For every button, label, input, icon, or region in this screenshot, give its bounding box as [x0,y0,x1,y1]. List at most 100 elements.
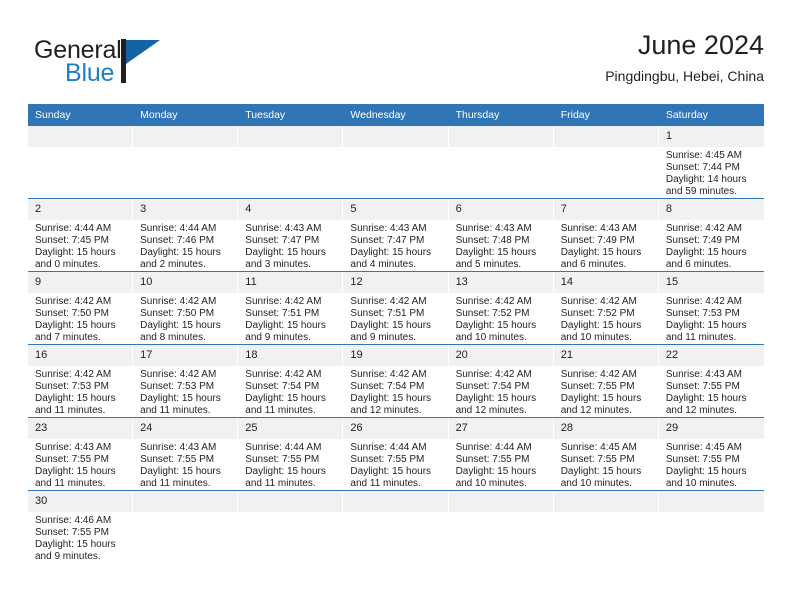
daylight-text: Daylight: 15 hours [350,392,432,404]
daylight-text: Daylight: 15 hours [455,319,537,331]
calendar-day-cell[interactable] [238,126,344,199]
brand-name-blue: Blue [65,59,115,87]
daylight-text: Daylight: 14 hours [665,173,747,185]
day-cell-content: 18 Sunrise: 4:42 AM Sunset: 7:54 PM Dayligh… [238,345,344,417]
calendar-body: 1 Sunrise: 4:45 AM Sunset: 7:44 PM Daylight… [28,126,764,563]
calendar-day-cell[interactable]: 2 Sunrise: 4:44 AM Sunset: 7:45 PM Daylight… [28,198,134,272]
calendar-day-cell[interactable]: 18 Sunrise: 4:42 AM Sunset: 7:54 PM Dayligh… [238,344,344,418]
day-number: 8 [658,199,764,220]
sunset-text: Sunset: 7:55 PM [350,453,425,465]
calendar-day-cell[interactable] [343,126,449,199]
weekday-header-friday: Friday [553,104,659,126]
weekday-header-sunday: Sunday [28,104,134,126]
calendar-day-cell[interactable]: 22 Sunrise: 4:43 AM Sunset: 7:55 PM Dayligh… [658,344,764,418]
sunset-text: Sunset: 7:45 PM [35,234,109,246]
calendar-day-cell[interactable]: 27 Sunrise: 4:44 AM Sunset: 7:55 PM Dayligh… [448,417,554,491]
day-details: Sunrise: 4:43 AM Sunset: 7:47 PM Daylight:… [238,220,343,271]
calendar-page: General Blue June 2024 Pingdingbu, Hebei… [0,0,792,612]
calendar-day-cell[interactable]: 20 Sunrise: 4:42 AM Sunset: 7:54 PM Dayligh… [448,344,554,418]
weekday-header-tuesday: Tuesday [238,104,344,126]
day-cell-content: 19 Sunrise: 4:42 AM Sunset: 7:54 PM Dayligh… [343,345,449,417]
day-number: 21 [553,345,659,366]
calendar-day-cell[interactable] [448,490,554,563]
daylight-text-cont: and 10 minutes. [560,331,632,343]
weekday-header-saturday: Saturday [658,104,764,126]
calendar-day-cell[interactable]: 19 Sunrise: 4:42 AM Sunset: 7:54 PM Dayligh… [343,344,449,418]
weekday-header-wednesday: Wednesday [343,104,449,126]
calendar-day-cell[interactable]: 12 Sunrise: 4:42 AM Sunset: 7:51 PM Dayligh… [343,271,449,345]
day-number: 19 [343,345,449,366]
daylight-text: Daylight: 15 hours [560,392,642,404]
calendar-day-cell[interactable]: 21 Sunrise: 4:42 AM Sunset: 7:55 PM Dayligh… [553,344,659,418]
calendar-day-cell[interactable]: 14 Sunrise: 4:42 AM Sunset: 7:52 PM Dayligh… [553,271,659,345]
calendar-day-cell[interactable]: 6 Sunrise: 4:43 AM Sunset: 7:48 PM Daylight… [448,198,554,272]
calendar-day-cell[interactable]: 25 Sunrise: 4:44 AM Sunset: 7:55 PM Dayligh… [238,417,344,491]
calendar-day-cell[interactable]: 8 Sunrise: 4:42 AM Sunset: 7:49 PM Daylight… [658,198,764,272]
calendar-day-cell[interactable]: 29 Sunrise: 4:45 AM Sunset: 7:55 PM Dayligh… [658,417,764,491]
calendar-day-cell[interactable] [658,490,764,563]
calendar-day-cell[interactable]: 16 Sunrise: 4:42 AM Sunset: 7:53 PM Dayligh… [28,344,134,418]
calendar-day-cell[interactable]: 30 Sunrise: 4:46 AM Sunset: 7:55 PM Dayligh… [28,490,134,563]
sunset-text: Sunset: 7:51 PM [245,307,320,319]
calendar-day-cell[interactable]: 24 Sunrise: 4:43 AM Sunset: 7:55 PM Dayligh… [133,417,239,491]
calendar-day-cell[interactable]: 23 Sunrise: 4:43 AM Sunset: 7:55 PM Dayligh… [28,417,134,491]
daylight-text-cont: and 9 minutes. [245,331,311,343]
day-details: Sunrise: 4:44 AM Sunset: 7:55 PM Daylight:… [343,439,448,490]
day-details: Sunrise: 4:45 AM Sunset: 7:55 PM Daylight:… [659,439,764,490]
daylight-text-cont: and 12 minutes. [455,404,527,416]
calendar-day-cell[interactable] [343,490,449,563]
sunrise-text: Sunrise: 4:45 AM [665,442,742,453]
sunrise-text: Sunrise: 4:42 AM [245,369,322,380]
calendar-day-cell[interactable]: 1 Sunrise: 4:45 AM Sunset: 7:44 PM Daylight… [658,126,764,199]
day-details: Sunrise: 4:42 AM Sunset: 7:51 PM Daylight:… [238,293,343,344]
weekday-header-thursday: Thursday [448,104,554,126]
sunrise-text: Sunrise: 4:42 AM [245,296,322,307]
calendar-day-cell[interactable]: 28 Sunrise: 4:45 AM Sunset: 7:55 PM Dayligh… [553,417,659,491]
calendar-day-cell[interactable] [133,490,239,563]
daylight-text-cont: and 11 minutes. [35,477,106,489]
daylight-text: Daylight: 15 hours [35,392,116,404]
sunrise-text: Sunrise: 4:43 AM [455,223,532,234]
sunrise-text: Sunrise: 4:42 AM [35,369,112,380]
day-cell-content: 13 Sunrise: 4:42 AM Sunset: 7:52 PM Dayligh… [448,272,554,344]
calendar-day-cell[interactable]: 26 Sunrise: 4:44 AM Sunset: 7:55 PM Dayligh… [343,417,449,491]
calendar-day-cell[interactable] [553,490,659,563]
triangle-flag-icon [121,39,160,83]
day-details: Sunrise: 4:44 AM Sunset: 7:55 PM Daylight:… [449,439,554,490]
calendar-day-cell[interactable] [553,126,659,199]
calendar-day-cell[interactable]: 9 Sunrise: 4:42 AM Sunset: 7:50 PM Daylight… [28,271,134,345]
day-details: Sunrise: 4:43 AM Sunset: 7:55 PM Daylight:… [133,439,238,490]
day-cell-content: 11 Sunrise: 4:42 AM Sunset: 7:51 PM Dayligh… [238,272,344,344]
calendar-day-cell[interactable] [133,126,239,199]
calendar-day-cell[interactable]: 15 Sunrise: 4:42 AM Sunset: 7:53 PM Dayligh… [658,271,764,345]
sunrise-text: Sunrise: 4:45 AM [665,150,742,161]
sunrise-text: Sunrise: 4:42 AM [665,296,742,307]
sunrise-text: Sunrise: 4:46 AM [35,515,112,526]
sunrise-text: Sunrise: 4:42 AM [665,223,742,234]
calendar-day-cell[interactable]: 4 Sunrise: 4:43 AM Sunset: 7:47 PM Daylight… [238,198,344,272]
calendar-day-cell[interactable]: 13 Sunrise: 4:42 AM Sunset: 7:52 PM Dayligh… [448,271,554,345]
day-number: 11 [238,272,344,293]
day-cell-content: 22 Sunrise: 4:43 AM Sunset: 7:55 PM Dayligh… [658,345,764,417]
calendar-day-cell[interactable]: 5 Sunrise: 4:43 AM Sunset: 7:47 PM Daylight… [343,198,449,272]
day-number-band-placeholder [133,491,239,512]
general-blue-logo[interactable]: General Blue [34,36,234,94]
day-number: 16 [28,345,134,366]
calendar-day-cell[interactable] [448,126,554,199]
calendar-day-cell[interactable]: 17 Sunrise: 4:42 AM Sunset: 7:53 PM Dayligh… [133,344,239,418]
calendar-day-cell[interactable] [238,490,344,563]
calendar-day-cell[interactable]: 10 Sunrise: 4:42 AM Sunset: 7:50 PM Dayligh… [133,271,239,345]
calendar-day-cell[interactable] [28,126,134,199]
calendar-day-cell[interactable]: 3 Sunrise: 4:44 AM Sunset: 7:46 PM Daylight… [133,198,239,272]
calendar-day-cell[interactable]: 11 Sunrise: 4:42 AM Sunset: 7:51 PM Dayligh… [238,271,344,345]
sunrise-text: Sunrise: 4:42 AM [560,296,637,307]
day-cell-content: 26 Sunrise: 4:44 AM Sunset: 7:55 PM Dayligh… [343,418,449,490]
day-cell-content: 21 Sunrise: 4:42 AM Sunset: 7:55 PM Dayligh… [553,345,659,417]
sunrise-text: Sunrise: 4:42 AM [455,296,532,307]
day-number: 5 [343,199,449,220]
calendar-day-cell[interactable]: 7 Sunrise: 4:43 AM Sunset: 7:49 PM Daylight… [553,198,659,272]
day-number: 10 [133,272,239,293]
day-details: Sunrise: 4:43 AM Sunset: 7:48 PM Daylight:… [449,220,554,271]
daylight-text: Daylight: 15 hours [245,392,326,404]
day-number: 7 [553,199,659,220]
